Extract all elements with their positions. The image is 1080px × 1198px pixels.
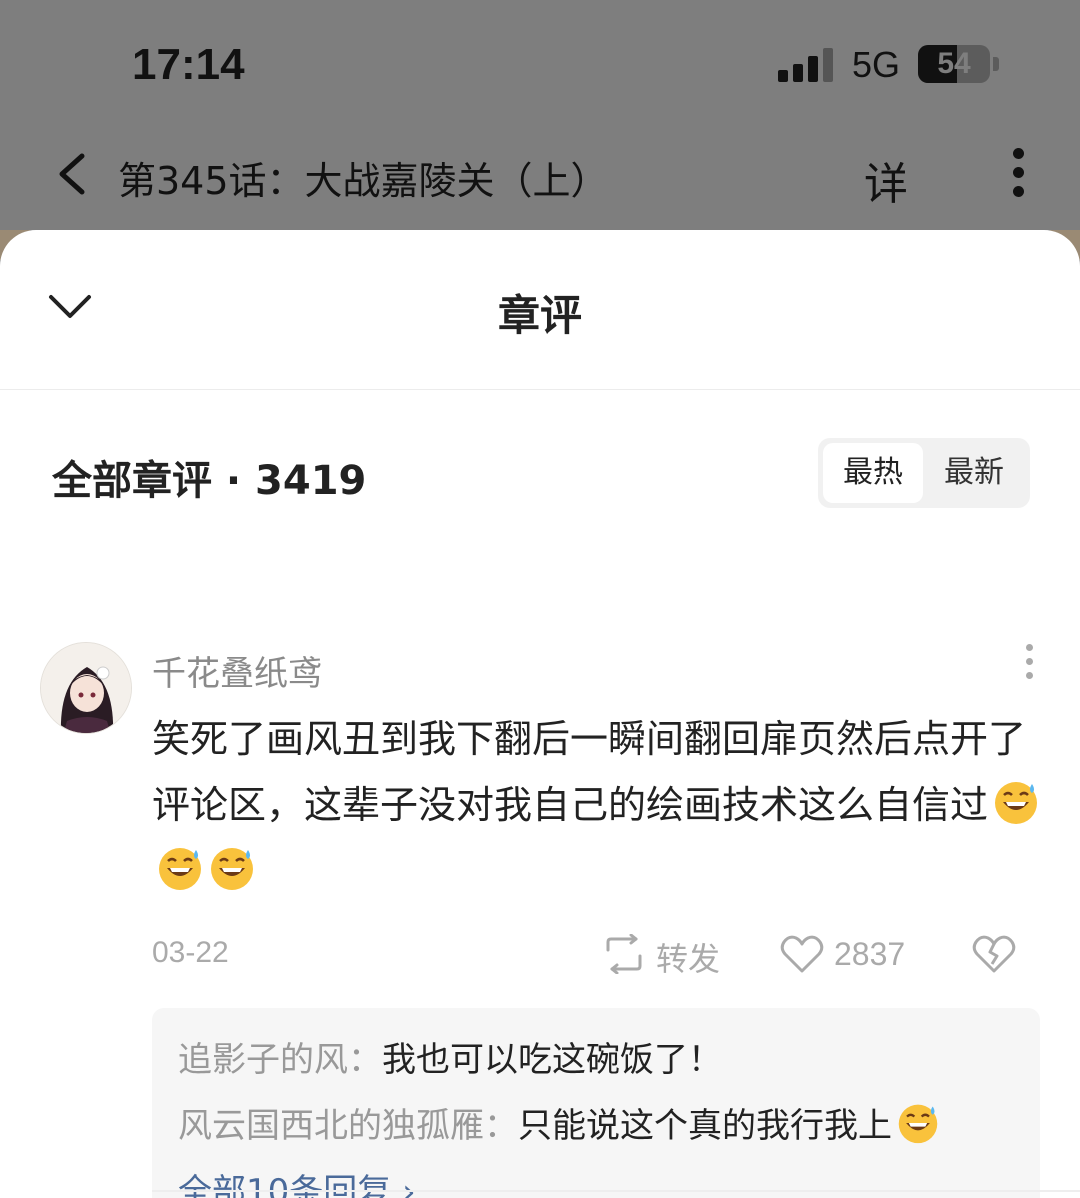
- reply-text: 只能说这个真的我行我上: [518, 1106, 892, 1146]
- sweat-smile-emoji-icon: [995, 782, 1038, 824]
- sweat-smile-emoji-icon: [211, 848, 253, 890]
- comments-list-header: 全部章评 · 3419 最热 最新: [0, 390, 1080, 540]
- avatar[interactable]: [40, 642, 132, 734]
- chapter-title: 第345话：大战嘉陵关（上）: [118, 159, 609, 203]
- repost-icon[interactable]: [600, 934, 648, 974]
- detail-button[interactable]: 详: [864, 148, 908, 212]
- sweat-smile-emoji-icon: [159, 848, 201, 890]
- broken-heart-icon[interactable]: [972, 934, 1016, 974]
- reply-username[interactable]: 风云国西北的独孤雁：: [178, 1106, 518, 1146]
- view-all-replies-link[interactable]: 全部10条回复 ›: [178, 1164, 416, 1198]
- chapter-comments-sheet: 章评 全部章评 · 3419 最热 最新 千花叠纸鸢 笑死了画风丑到我下翻后一瞬…: [0, 230, 1080, 1198]
- comment-username[interactable]: 千花叠纸鸢: [152, 646, 322, 695]
- reply-item[interactable]: 追影子的风：我也可以吃这碗饭了！: [178, 1032, 722, 1081]
- reply-text: 我也可以吃这碗饭了！: [382, 1040, 722, 1080]
- signal-icon: [778, 46, 834, 82]
- sweat-smile-emoji-icon: [898, 1104, 938, 1144]
- sheet-header: 章评: [0, 230, 1080, 390]
- network-label: 5G: [852, 44, 901, 85]
- battery-icon: 54: [918, 45, 990, 83]
- sheet-title: 章评: [497, 291, 582, 340]
- divider: [152, 1190, 1080, 1192]
- comment-text: 笑死了画风丑到我下翻后一瞬间翻回扉页然后点开了评论区，这辈子没对我自己的绘画技术…: [152, 717, 1027, 827]
- reader-nav-bar: 第345话：大战嘉陵关（上） 详: [0, 120, 1080, 230]
- battery-level: 54: [937, 47, 971, 80]
- avatar-illustration: [41, 643, 131, 733]
- reply-item[interactable]: 风云国西北的独孤雁：只能说这个真的我行我上: [178, 1098, 940, 1147]
- status-bar: 17:14 5G 54: [0, 0, 1080, 120]
- comment-more-icon[interactable]: [1022, 644, 1036, 686]
- status-time: 17:14: [132, 40, 245, 89]
- heart-icon[interactable]: [780, 934, 824, 974]
- more-options-icon[interactable]: [1008, 148, 1028, 200]
- sort-toggle: 最热 最新: [818, 438, 1030, 508]
- comments-count-title: 全部章评 · 3419: [52, 458, 367, 504]
- comment-date: 03-22: [152, 936, 229, 969]
- replies-panel[interactable]: 追影子的风：我也可以吃这碗饭了！ 风云国西北的独孤雁：只能说这个真的我行我上 全…: [152, 1008, 1040, 1198]
- repost-label[interactable]: 转发: [656, 934, 720, 980]
- sort-hot-tab[interactable]: 最热: [823, 443, 923, 503]
- comment-body: 笑死了画风丑到我下翻后一瞬间翻回扉页然后点开了评论区，这辈子没对我自己的绘画技术…: [152, 706, 1052, 904]
- like-count: 2837: [834, 936, 906, 972]
- back-icon[interactable]: [54, 152, 94, 196]
- battery-cap: [993, 57, 999, 71]
- sort-new-tab[interactable]: 最新: [924, 443, 1024, 503]
- comment-actions: 03-22 转发 2837: [0, 932, 1080, 980]
- reply-username[interactable]: 追影子的风：: [178, 1040, 382, 1080]
